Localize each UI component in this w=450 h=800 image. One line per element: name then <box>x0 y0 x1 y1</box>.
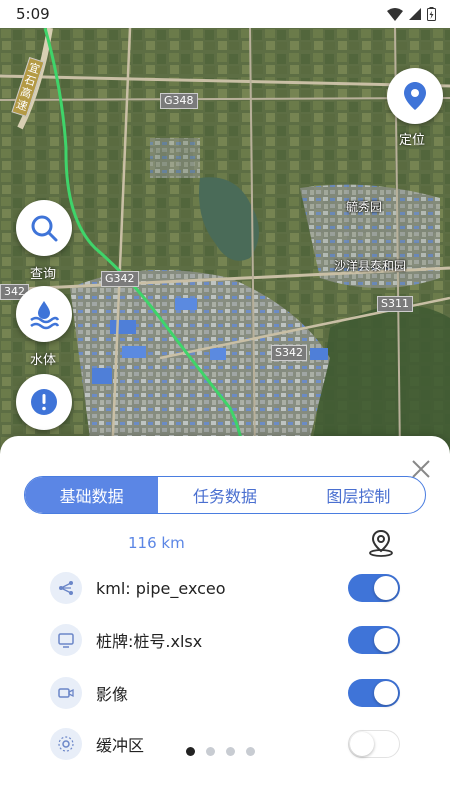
layer-toggle[interactable] <box>348 730 400 758</box>
page-dot[interactable] <box>186 747 195 756</box>
layer-row: 影像 <box>50 675 410 711</box>
status-bar: 5:09 <box>0 0 450 28</box>
water-icon <box>30 301 60 330</box>
layer-label: 影像 <box>96 685 129 704</box>
route-icon <box>50 572 82 604</box>
tab-layer-control[interactable]: 图层控制 <box>292 477 425 513</box>
layer-toggle[interactable] <box>348 626 400 654</box>
road-label: G342 <box>101 271 139 287</box>
tab-bar: 基础数据 任务数据 图层控制 <box>24 476 426 514</box>
monitor-icon <box>50 624 82 656</box>
water-label: 水体 <box>30 353 57 368</box>
info-button[interactable] <box>16 374 72 430</box>
search-icon <box>31 215 58 242</box>
map-pin-icon <box>369 529 393 557</box>
distance-readout: 116 km <box>128 534 185 552</box>
locate-label: 定位 <box>399 133 426 148</box>
battery-icon <box>427 7 436 21</box>
layer-row: kml: pipe_exceo <box>50 570 410 606</box>
status-icons <box>387 7 436 21</box>
location-pin-icon <box>404 82 426 110</box>
locate-route-button[interactable] <box>368 529 394 561</box>
close-icon <box>412 460 430 478</box>
tab-basic-data[interactable]: 基础数据 <box>25 477 159 513</box>
tab-task-data[interactable]: 任务数据 <box>158 477 291 513</box>
page-dot[interactable] <box>226 747 235 756</box>
locate-button[interactable] <box>387 68 443 124</box>
search-button[interactable] <box>16 200 72 256</box>
layer-panel: 基础数据 任务数据 图层控制 116 km kml: pipe_exceo 桩牌… <box>0 436 450 800</box>
signal-icon <box>409 8 421 20</box>
video-icon <box>50 677 82 709</box>
place-label: 毓秀园 <box>346 200 383 214</box>
page-dot[interactable] <box>206 747 215 756</box>
place-label: 沙洋县泰和园 <box>334 259 407 273</box>
layer-row: 桩牌:桩号.xlsx <box>50 622 410 658</box>
layer-toggle[interactable] <box>348 679 400 707</box>
layer-toggle[interactable] <box>348 574 400 602</box>
water-button[interactable] <box>16 286 72 342</box>
buffer-icon <box>50 728 82 760</box>
search-label: 查询 <box>30 267 57 282</box>
road-label: S342 <box>271 345 307 361</box>
page-dot[interactable] <box>246 747 255 756</box>
wifi-icon <box>387 7 403 21</box>
layer-label: 桩牌:桩号.xlsx <box>96 632 203 651</box>
layer-label: kml: pipe_exceo <box>96 578 226 598</box>
status-time: 5:09 <box>16 5 50 23</box>
road-label: G348 <box>160 93 198 109</box>
road-label: S311 <box>377 296 413 312</box>
page-indicator <box>186 747 255 756</box>
alert-icon <box>31 389 57 415</box>
layer-row: 缓冲区 <box>50 726 410 762</box>
